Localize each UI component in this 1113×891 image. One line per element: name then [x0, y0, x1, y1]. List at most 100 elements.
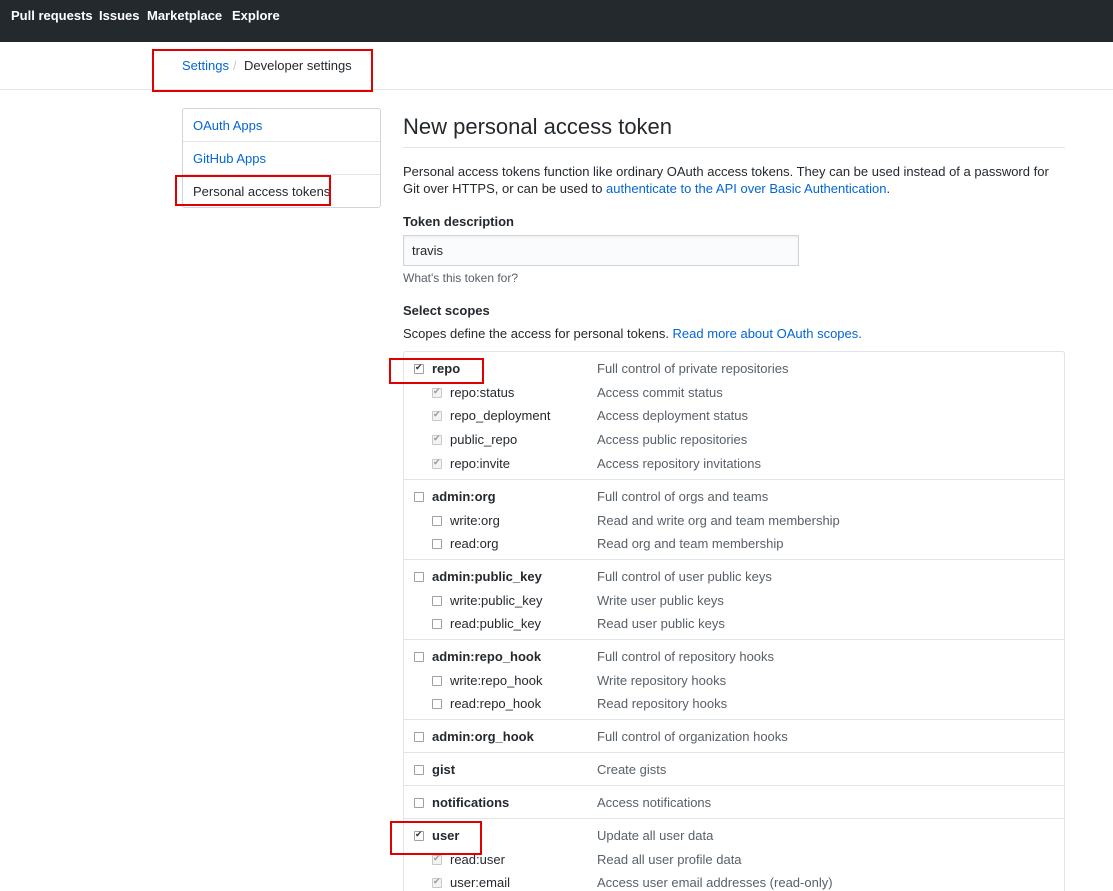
token-description-input[interactable] — [403, 235, 799, 266]
scope-row-user: user Update all user data — [404, 828, 1064, 848]
scope-name: public_repo — [450, 432, 518, 447]
scope-name: read:org — [450, 536, 499, 551]
scope-checkbox-read-public-key[interactable] — [432, 619, 442, 629]
sidebar-item-oauth-apps[interactable]: OAuth Apps — [183, 109, 380, 142]
nav-marketplace[interactable]: Marketplace — [147, 8, 222, 23]
scope-group-repo: repo Full control of private repositories… — [404, 352, 1064, 480]
scope-checkbox-admin-repo-hook[interactable] — [414, 652, 424, 662]
scope-description: Read org and team membership — [597, 536, 784, 551]
scope-subrow-read-user: read:user Read all user profile data — [404, 852, 1064, 872]
scope-checkbox-repo-status[interactable] — [432, 386, 442, 398]
scope-description: Read repository hooks — [597, 696, 728, 711]
scope-checkbox-read-repo-hook[interactable] — [432, 699, 442, 709]
scope-name: user:email — [450, 875, 510, 890]
token-description-label: Token description — [403, 214, 514, 229]
scope-description: Write user public keys — [597, 593, 724, 608]
scope-checkbox-repo[interactable] — [414, 362, 424, 374]
intro-text: Personal access tokens function like ord… — [403, 163, 1065, 197]
scopes-list: repo Full control of private repositories… — [403, 351, 1065, 891]
scope-checkbox-user-email[interactable] — [432, 876, 442, 888]
scope-description: Full control of user public keys — [597, 569, 772, 584]
scope-name: repo:status — [450, 385, 515, 400]
scope-name: read:user — [450, 852, 505, 867]
scope-subrow-repo-invite: repo:invite Access repository invitations — [404, 456, 1064, 476]
scope-description: Access public repositories — [597, 432, 748, 447]
scope-subrow-repo-status: repo:status Access commit status — [404, 385, 1064, 405]
scopes-help-text: Scopes define the access for personal to… — [403, 326, 673, 341]
scope-description: Full control of orgs and teams — [597, 489, 769, 504]
scope-subrow-write-org: write:org Read and write org and team mem… — [404, 513, 1064, 533]
scope-checkbox-public-repo[interactable] — [432, 433, 442, 445]
scope-description: Create gists — [597, 762, 667, 777]
scope-name: notifications — [432, 795, 510, 810]
scope-name: admin:repo_hook — [432, 649, 542, 664]
scope-subrow-write-repo-hook: write:repo_hook Write repository hooks — [404, 673, 1064, 693]
basic-auth-link[interactable]: authenticate to the API over Basic Authe… — [606, 181, 886, 196]
scope-name: read:repo_hook — [450, 696, 542, 711]
scope-subrow-read-org: read:org Read org and team membership — [404, 536, 1064, 556]
oauth-scopes-link[interactable]: Read more about OAuth scopes. — [673, 326, 862, 341]
scope-row-admin-public-key: admin:public_key Full control of user pub… — [404, 569, 1064, 589]
scope-subrow-repo-deployment: repo_deployment Access deployment status — [404, 408, 1064, 428]
scope-checkbox-admin-org[interactable] — [414, 492, 424, 502]
scope-name: repo:invite — [450, 456, 510, 471]
scope-description: Update all user data — [597, 828, 714, 843]
scope-subrow-public-repo: public_repo Access public repositories — [404, 432, 1064, 452]
scope-checkbox-admin-public-key[interactable] — [414, 572, 424, 582]
breadcrumb-current: Developer settings — [244, 58, 352, 73]
scope-name: write:public_key — [450, 593, 543, 608]
breadcrumb-separator: / — [233, 58, 237, 73]
scope-row-admin-repo-hook: admin:repo_hook Full control of repositor… — [404, 649, 1064, 669]
scope-description: Read user public keys — [597, 616, 725, 631]
scope-description: Full control of repository hooks — [597, 649, 775, 664]
scope-group-gist: gist Create gists — [404, 753, 1064, 786]
intro-text-end: . — [886, 181, 891, 196]
scope-name: write:org — [450, 513, 500, 528]
sidebar-item-personal-access-tokens[interactable]: Personal access tokens — [183, 175, 380, 208]
scope-description: Write repository hooks — [597, 673, 727, 688]
scope-checkbox-repo-deployment[interactable] — [432, 409, 442, 421]
scope-checkbox-write-repo-hook[interactable] — [432, 676, 442, 686]
scope-description: Access user email addresses (read-only) — [597, 875, 833, 890]
scope-description: Full control of private repositories — [597, 361, 789, 376]
scope-name: admin:public_key — [432, 569, 542, 584]
scope-checkbox-repo-invite[interactable] — [432, 457, 442, 469]
scope-subrow-user-email: user:email Access user email addresses (r… — [404, 875, 1064, 891]
nav-explore[interactable]: Explore — [232, 8, 280, 23]
scope-checkbox-read-user[interactable] — [432, 853, 442, 865]
scope-checkbox-admin-org-hook[interactable] — [414, 732, 424, 742]
scope-name: gist — [432, 762, 456, 777]
scope-subrow-read-repo-hook: read:repo_hook Read repository hooks — [404, 696, 1064, 716]
scope-checkbox-read-org[interactable] — [432, 539, 442, 549]
breadcrumb-settings-link[interactable]: Settings — [182, 58, 229, 73]
nav-pull-requests[interactable]: Pull requests — [11, 8, 93, 23]
scope-name: admin:org — [432, 489, 496, 504]
scope-checkbox-notifications[interactable] — [414, 798, 424, 808]
scope-description: Access commit status — [597, 385, 723, 400]
title-divider — [403, 147, 1065, 148]
top-navigation: Pull requests Issues Marketplace Explore — [0, 0, 1113, 42]
scope-checkbox-write-public-key[interactable] — [432, 596, 442, 606]
page-title: New personal access token — [403, 114, 673, 139]
scope-description: Read all user profile data — [597, 852, 742, 867]
scope-name: repo — [432, 361, 461, 376]
scope-description: Access repository invitations — [597, 456, 762, 471]
select-scopes-label: Select scopes — [403, 303, 490, 318]
scope-group-admin-repo-hook: admin:repo_hook Full control of repositor… — [404, 640, 1064, 720]
sidebar-item-github-apps[interactable]: GitHub Apps — [183, 142, 380, 175]
scope-subrow-write-public-key: write:public_key Write user public keys — [404, 593, 1064, 613]
scope-description: Access notifications — [597, 795, 712, 810]
scopes-help: Scopes define the access for personal to… — [403, 326, 862, 341]
scope-group-admin-org-hook: admin:org_hook Full control of organizati… — [404, 720, 1064, 753]
scope-group-notifications: notifications Access notifications — [404, 786, 1064, 819]
scope-checkbox-write-org[interactable] — [432, 516, 442, 526]
scope-checkbox-user[interactable] — [414, 829, 424, 841]
scope-description: Full control of organization hooks — [597, 729, 788, 744]
scope-row-admin-org-hook: admin:org_hook Full control of organizati… — [404, 729, 1064, 749]
scope-name: write:repo_hook — [450, 673, 543, 688]
nav-issues[interactable]: Issues — [99, 8, 139, 23]
scope-name: user — [432, 828, 460, 843]
scope-checkbox-gist[interactable] — [414, 765, 424, 775]
scope-description: Access deployment status — [597, 408, 749, 423]
scope-subrow-read-public-key: read:public_key Read user public keys — [404, 616, 1064, 636]
